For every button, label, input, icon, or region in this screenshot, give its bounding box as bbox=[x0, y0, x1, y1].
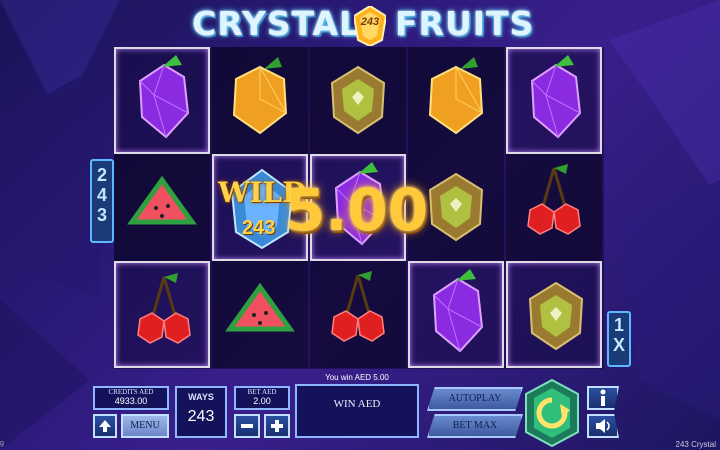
credits-panel: CREDITS AED 4933.00 bbox=[93, 386, 169, 410]
menu-button[interactable]: MENU bbox=[121, 414, 169, 438]
cherry-symbol-icon bbox=[331, 271, 385, 342]
info-button[interactable] bbox=[587, 386, 619, 410]
reel-cell bbox=[310, 47, 406, 154]
kiwi-symbol-icon bbox=[330, 65, 386, 135]
plus-icon bbox=[271, 420, 283, 432]
orange-symbol-icon bbox=[232, 57, 288, 135]
minus-icon bbox=[241, 424, 253, 428]
autoplay-button[interactable]: AUTOPLAY bbox=[427, 387, 523, 411]
sound-button[interactable] bbox=[587, 414, 619, 438]
info-icon bbox=[600, 389, 606, 406]
bet-increase-button[interactable] bbox=[264, 414, 290, 438]
autoplay-label: AUTOPLAY bbox=[448, 393, 502, 404]
menu-label: MENU bbox=[130, 420, 160, 431]
credits-value: 4933.00 bbox=[114, 396, 148, 406]
reel-cell bbox=[212, 261, 308, 368]
logo-number: 243 bbox=[360, 16, 380, 28]
multiplier-text: 1X bbox=[609, 315, 629, 355]
reel-cell bbox=[506, 261, 602, 368]
kiwi-symbol-icon bbox=[528, 281, 584, 351]
bet-label: BET AED bbox=[247, 388, 277, 396]
reel-cell bbox=[408, 261, 504, 368]
footer-game-name: 243 Crystal bbox=[675, 440, 716, 449]
orange-symbol-icon bbox=[428, 57, 484, 135]
reel-cell bbox=[212, 47, 308, 154]
reel-cell bbox=[506, 47, 602, 154]
ways-value: 243 bbox=[187, 408, 215, 425]
win-label: WIN AED bbox=[333, 398, 381, 410]
title-fruits: FRUITS bbox=[395, 4, 535, 43]
spin-button[interactable] bbox=[522, 378, 582, 448]
bet-max-button[interactable]: BET MAX bbox=[427, 414, 523, 438]
footer-left-text: g bbox=[0, 440, 4, 447]
reel-cell bbox=[114, 261, 210, 368]
plum-symbol-icon bbox=[138, 55, 190, 139]
ways-panel: WAYS 243 bbox=[175, 386, 227, 438]
ways-side-indicator: 243 bbox=[90, 159, 114, 243]
reel-cell bbox=[310, 261, 406, 368]
speaker-icon bbox=[596, 419, 610, 433]
multiplier-indicator: 1X bbox=[607, 311, 631, 367]
win-message: You win AED 5.00 bbox=[325, 373, 389, 382]
big-win-amount: 5.00 bbox=[285, 176, 429, 244]
arrow-up-icon bbox=[99, 420, 111, 432]
bet-value: 2.00 bbox=[253, 396, 271, 406]
title-crystal: CRYSTAL bbox=[192, 4, 362, 43]
bet-decrease-button[interactable] bbox=[234, 414, 260, 438]
reel-cell bbox=[114, 47, 210, 154]
plum-symbol-icon bbox=[432, 269, 484, 353]
cherry-symbol-icon bbox=[527, 164, 581, 235]
cherry-symbol-icon bbox=[137, 273, 191, 344]
reel-cell bbox=[114, 154, 210, 261]
bet-max-label: BET MAX bbox=[452, 420, 498, 431]
credits-label: CREDITS AED bbox=[108, 388, 154, 396]
watermelon-symbol-icon bbox=[225, 282, 295, 332]
watermelon-symbol-icon bbox=[127, 175, 197, 225]
arrow-up-button[interactable] bbox=[93, 414, 117, 438]
plum-symbol-icon bbox=[530, 55, 582, 139]
ways-label: WAYS bbox=[188, 392, 214, 402]
win-panel: WIN AED bbox=[295, 384, 419, 438]
wild-symbol-number: 243 bbox=[242, 217, 276, 239]
bet-panel: BET AED 2.00 bbox=[234, 386, 290, 410]
reel-cell bbox=[408, 47, 504, 154]
ways-side-text: 243 bbox=[92, 165, 112, 225]
reel-cell bbox=[506, 154, 602, 261]
game-title: CRYSTAL 243 FRUITS bbox=[0, 2, 720, 46]
